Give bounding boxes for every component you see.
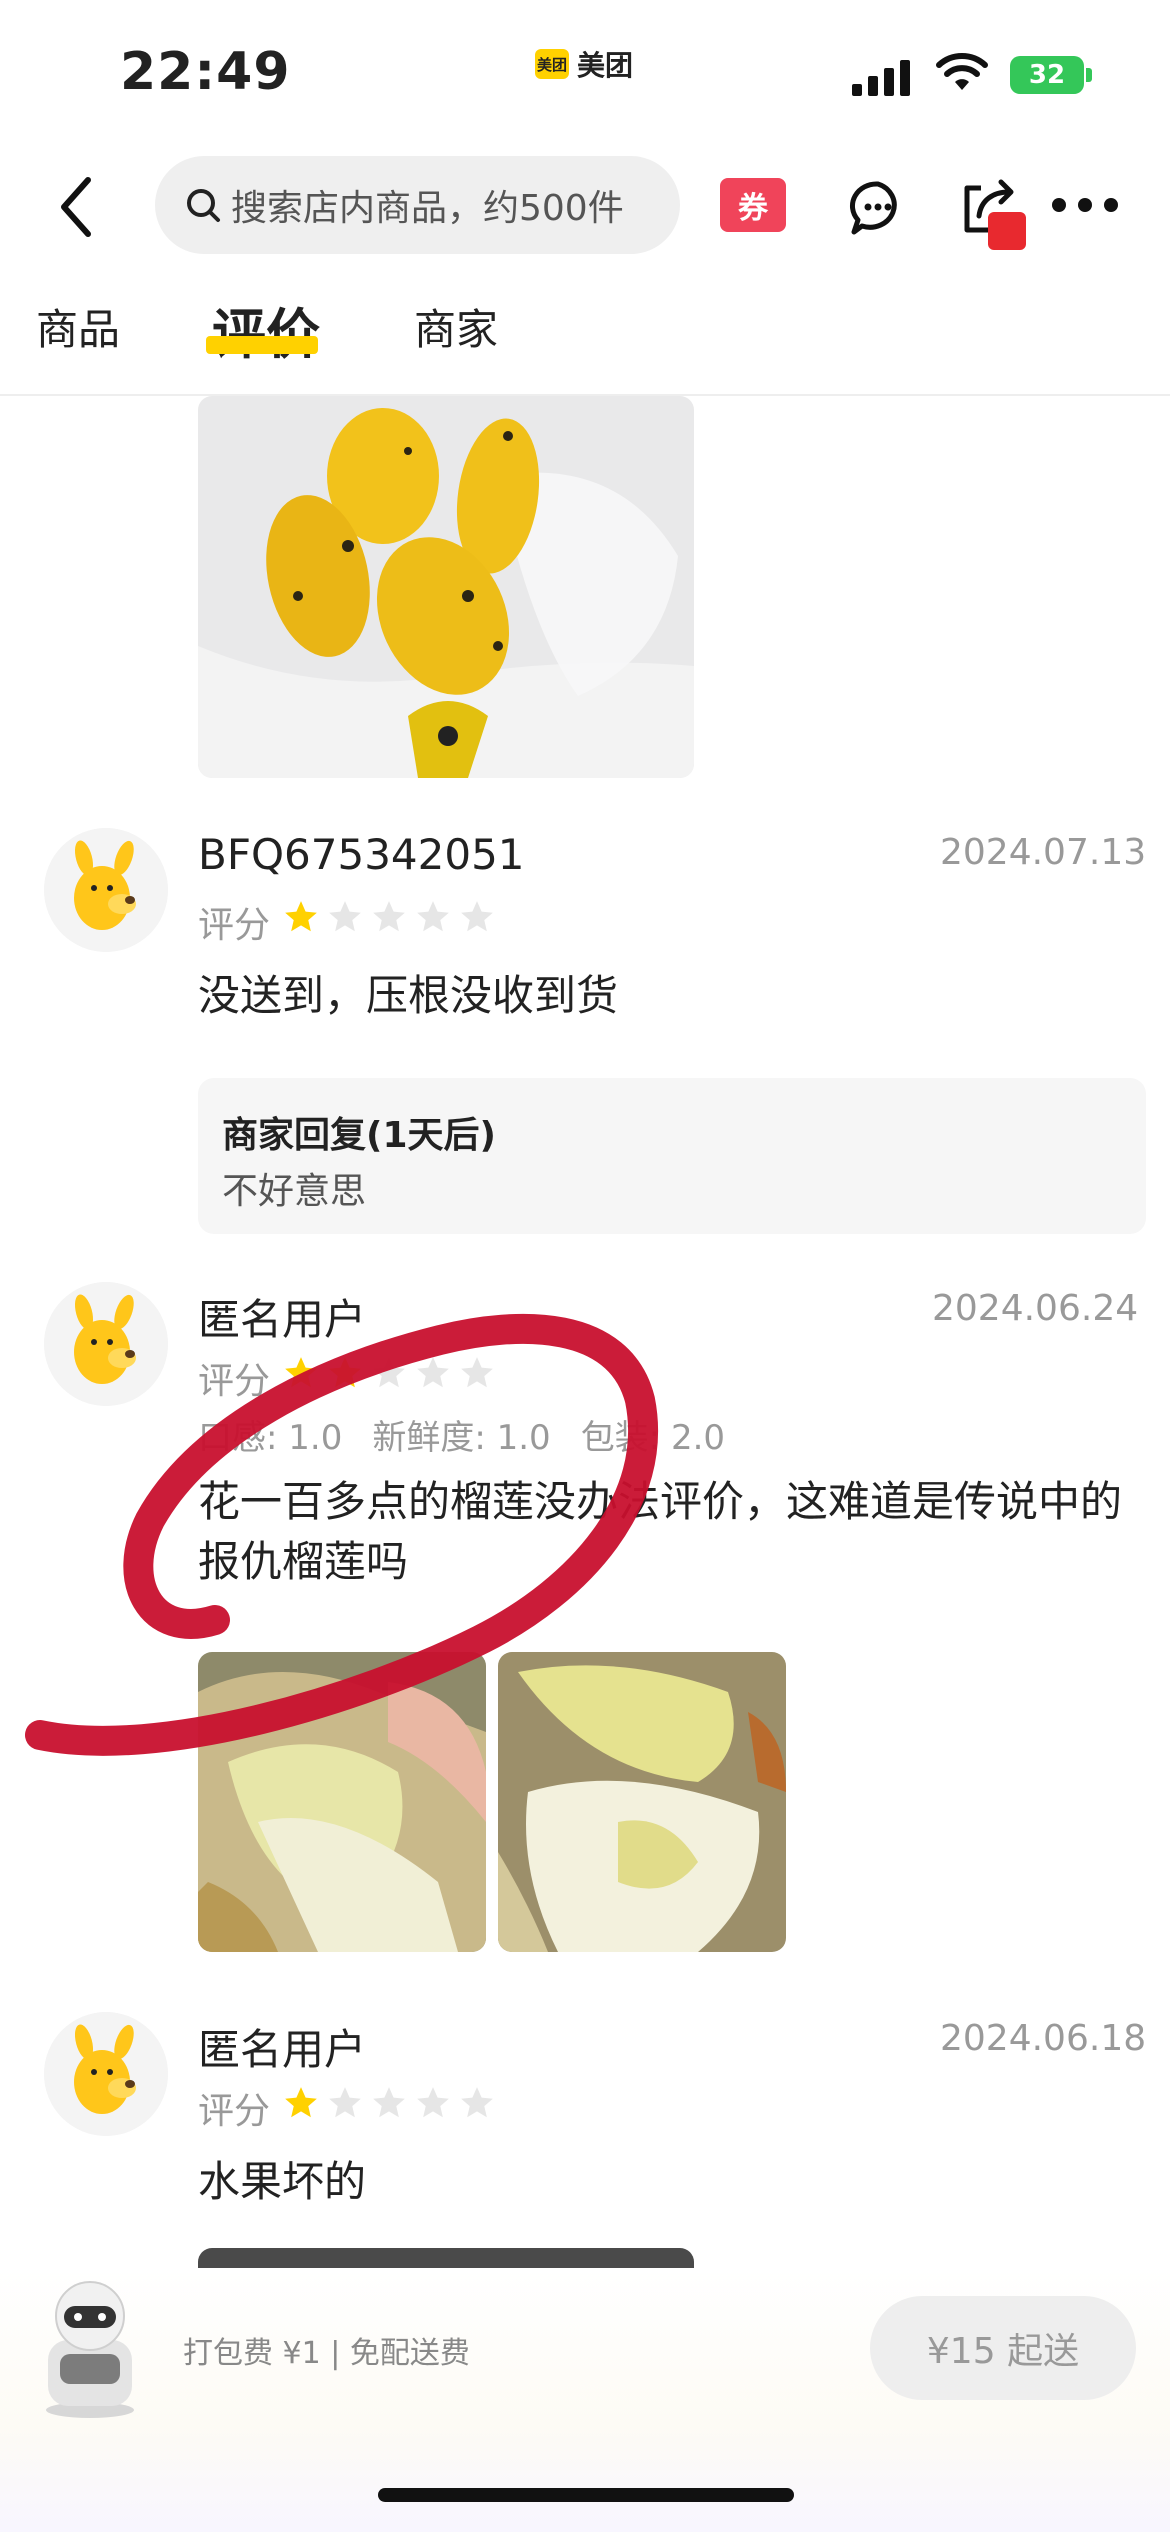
search-input[interactable]: 搜索店内商品，约500件 (155, 156, 680, 254)
subscore-freshness: 新鲜度: 1.0 (372, 1418, 551, 1458)
star-filled-icon (329, 1357, 361, 1388)
review-date: 2024.07.13 (940, 832, 1147, 873)
tab-goods[interactable]: 商品 (36, 296, 120, 357)
avatar (44, 828, 168, 952)
search-placeholder: 搜索店内商品，约500件 (231, 188, 624, 229)
star-empty-icon (417, 901, 449, 932)
search-icon (187, 189, 220, 222)
app-name: 美团 (577, 49, 634, 82)
avatar (44, 2012, 168, 2136)
chat-icon[interactable] (848, 178, 908, 238)
review-text-line: 报仇榴莲吗 (198, 1537, 409, 1586)
cellular-signal-icon (852, 56, 910, 96)
fees-text: 打包费 ¥1 | 免配送费 (183, 2336, 470, 2371)
wifi-icon (936, 53, 988, 90)
more-icon[interactable] (1052, 198, 1118, 212)
review-text: 没送到，压根没收到货 (198, 971, 619, 1020)
back-icon[interactable] (52, 172, 102, 242)
review-username: 匿名用户 (198, 1295, 367, 1344)
reply-text: 不好意思 (222, 1171, 367, 1212)
rating-label: 评分 (198, 2091, 271, 2132)
subscore-packaging: 包装: 2.0 (580, 1418, 726, 1458)
rating-label: 评分 (198, 1361, 271, 1402)
review-date: 2024.06.18 (940, 2018, 1147, 2059)
red-packet-icon (988, 212, 1026, 250)
app-indicator: 美团 美团 (535, 44, 633, 84)
star-filled-icon (285, 1357, 317, 1388)
meituan-logo: 美团 (535, 49, 569, 79)
review-photo-durian-2[interactable] (498, 1652, 786, 1952)
star-empty-icon (373, 1357, 405, 1388)
assistant-robot-icon[interactable] (30, 2270, 150, 2420)
home-indicator[interactable] (378, 2488, 794, 2502)
tab-reviews[interactable]: 评价 (212, 290, 320, 369)
tab-merchant[interactable]: 商家 (414, 296, 498, 357)
review-username: 匿名用户 (198, 2025, 367, 2074)
coupon-icon[interactable]: 券 (720, 178, 786, 232)
star-filled-icon (285, 2087, 317, 2118)
review-username: BFQ675342051 (198, 830, 525, 879)
rating-stars (282, 1354, 496, 1392)
star-empty-icon (417, 1357, 449, 1388)
status-time: 22:49 (120, 42, 291, 102)
star-filled-icon (285, 901, 317, 932)
star-empty-icon (461, 1357, 493, 1388)
review-subscores: 口感: 1.0 新鲜度: 1.0 包装: 2.0 (198, 1410, 725, 1459)
rating-stars (282, 898, 496, 936)
active-tab-indicator (206, 336, 318, 354)
review-photo-mangoes[interactable] (198, 396, 694, 778)
tab-bar: 商品 评价 商家 (0, 276, 1170, 396)
review-photo-durian-1[interactable] (198, 1652, 486, 1952)
subscore-taste: 口感: 1.0 (198, 1418, 343, 1458)
star-empty-icon (461, 2087, 493, 2118)
avatar (44, 1282, 168, 1406)
star-empty-icon (461, 901, 493, 932)
battery-tip (1086, 68, 1092, 82)
battery-level: 32 (1028, 60, 1066, 90)
rating-stars (282, 2084, 496, 2122)
review-text: 花一百多点的榴莲没办法评价，这难道是传说中的 报仇榴莲吗 (198, 1472, 1138, 1592)
reply-title: 商家回复(1天后) (222, 1115, 496, 1156)
review-text-line: 花一百多点的榴莲没办法评价，这难道是传说中的 (198, 1477, 1123, 1526)
rating-label: 评分 (198, 905, 271, 946)
star-empty-icon (373, 2087, 405, 2118)
star-empty-icon (329, 901, 361, 932)
star-empty-icon (329, 2087, 361, 2118)
min-order-button[interactable]: ¥15 起送 (870, 2296, 1136, 2400)
merchant-reply: 商家回复(1天后) 不好意思 (198, 1078, 1146, 1234)
review-text: 水果坏的 (198, 2157, 367, 2206)
battery-icon: 32 (1010, 56, 1084, 94)
review-date: 2024.06.24 (932, 1288, 1139, 1329)
star-empty-icon (417, 2087, 449, 2118)
star-empty-icon (373, 901, 405, 932)
